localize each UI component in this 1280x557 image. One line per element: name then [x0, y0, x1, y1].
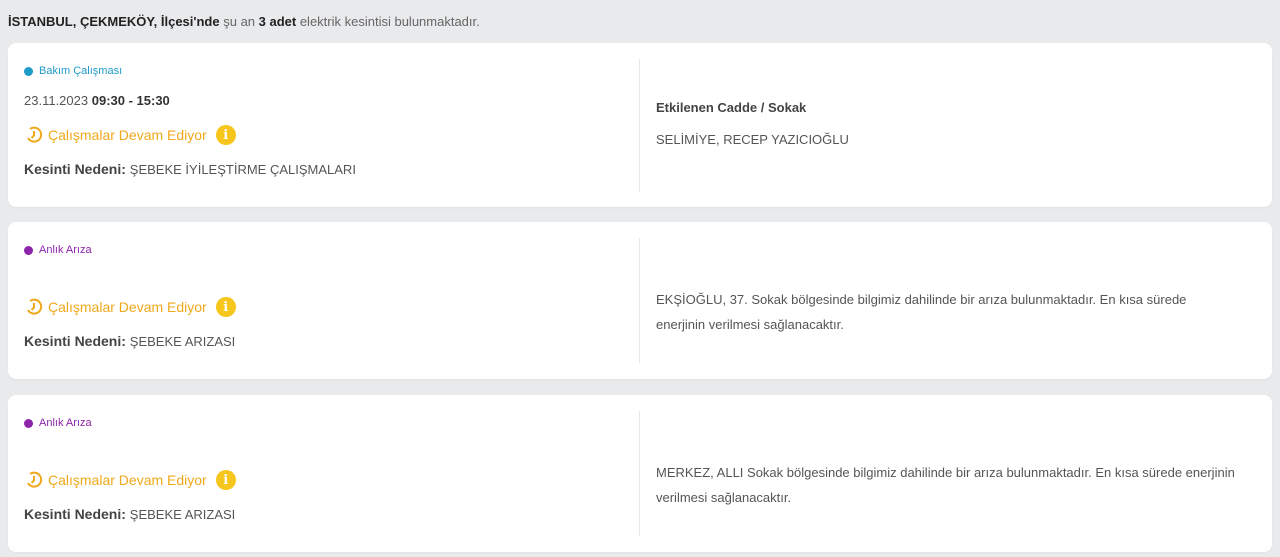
outage-card-1: Bakım Çalışması 23.11.2023 09:30 - 15:30… [8, 43, 1272, 207]
work-status: Çalışmalar Devam Ediyor i [24, 470, 236, 490]
outage-type: Anlık Arıza [24, 244, 92, 256]
maintenance-dot-icon [24, 66, 33, 76]
reason-value: ŞEBEKE ARIZASI [129, 334, 236, 349]
work-status: Çalışmalar Devam Ediyor i [24, 297, 236, 317]
fault-dot-icon [24, 418, 33, 428]
affected-streets-text: SELİMİYE, RECEP YAZICIOĞLU [656, 132, 849, 147]
reason-label: Kesinti Nedeni: [24, 506, 126, 522]
work-status: Çalışmalar Devam Ediyor i [24, 125, 236, 145]
info-icon[interactable]: i [215, 125, 236, 145]
summary-tail: elektrik kesintisi bulunmaktadır. [296, 14, 480, 29]
summary-middle: şu an [219, 14, 259, 29]
outage-reason: Kesinti Nedeni: ŞEBEKE ARIZASI [24, 333, 235, 349]
outage-type: Bakım Çalışması [24, 65, 122, 77]
affected-streets-text: MERKEZ, ALLI Sokak bölgesinde bilgimiz d… [656, 465, 1235, 505]
affected-streets-heading: Etkilenen Cadde / Sokak [656, 100, 807, 115]
work-status-label: Çalışmalar Devam Ediyor [48, 127, 207, 143]
outage-type-label: Anlık Arıza [39, 244, 92, 256]
card-divider [639, 59, 640, 192]
clock-progress-icon [27, 471, 43, 488]
clock-progress-icon [27, 298, 43, 315]
reason-label: Kesinti Nedeni: [24, 161, 126, 177]
work-status-label: Çalışmalar Devam Ediyor [48, 472, 207, 488]
card-divider [639, 238, 640, 363]
summary-count: 3 adet [258, 14, 297, 29]
info-icon[interactable]: i [215, 297, 236, 317]
affected-streets-text: EKŞİOĞLU, 37. Sokak bölgesinde bilgimiz … [656, 292, 1187, 332]
work-status-label: Çalışmalar Devam Ediyor [48, 299, 207, 315]
outage-card-3: Anlık Arıza Çalışmalar Devam Ediyor i Ke… [8, 395, 1272, 552]
info-icon[interactable]: i [215, 470, 236, 490]
reason-value: ŞEBEKE ARIZASI [129, 507, 236, 522]
outage-date-value: 23.11.2023 [24, 93, 89, 108]
summary-location: İSTANBUL, ÇEKMEKÖY, İlçesi'nde [8, 14, 220, 29]
outage-reason: Kesinti Nedeni: ŞEBEKE ARIZASI [24, 506, 235, 522]
outage-type-label: Bakım Çalışması [39, 65, 123, 77]
outage-card-2: Anlık Arıza Çalışmalar Devam Ediyor i Ke… [8, 222, 1272, 379]
outage-reason: Kesinti Nedeni: ŞEBEKE İYİLEŞTİRME ÇALIŞ… [24, 161, 356, 177]
fault-dot-icon [24, 245, 33, 255]
outage-summary: İSTANBUL, ÇEKMEKÖY, İlçesi'nde şu an 3 a… [0, 0, 1280, 42]
reason-value: ŞEBEKE İYİLEŞTİRME ÇALIŞMALARI [129, 162, 356, 177]
clock-progress-icon [27, 126, 43, 143]
card-divider [639, 411, 640, 536]
outage-type: Anlık Arıza [24, 417, 92, 429]
reason-label: Kesinti Nedeni: [24, 333, 126, 349]
outage-date: 23.11.2023 09:30 - 15:30 [24, 93, 170, 108]
outage-time-range: 09:30 - 15:30 [91, 93, 170, 108]
outage-type-label: Anlık Arıza [39, 417, 92, 429]
